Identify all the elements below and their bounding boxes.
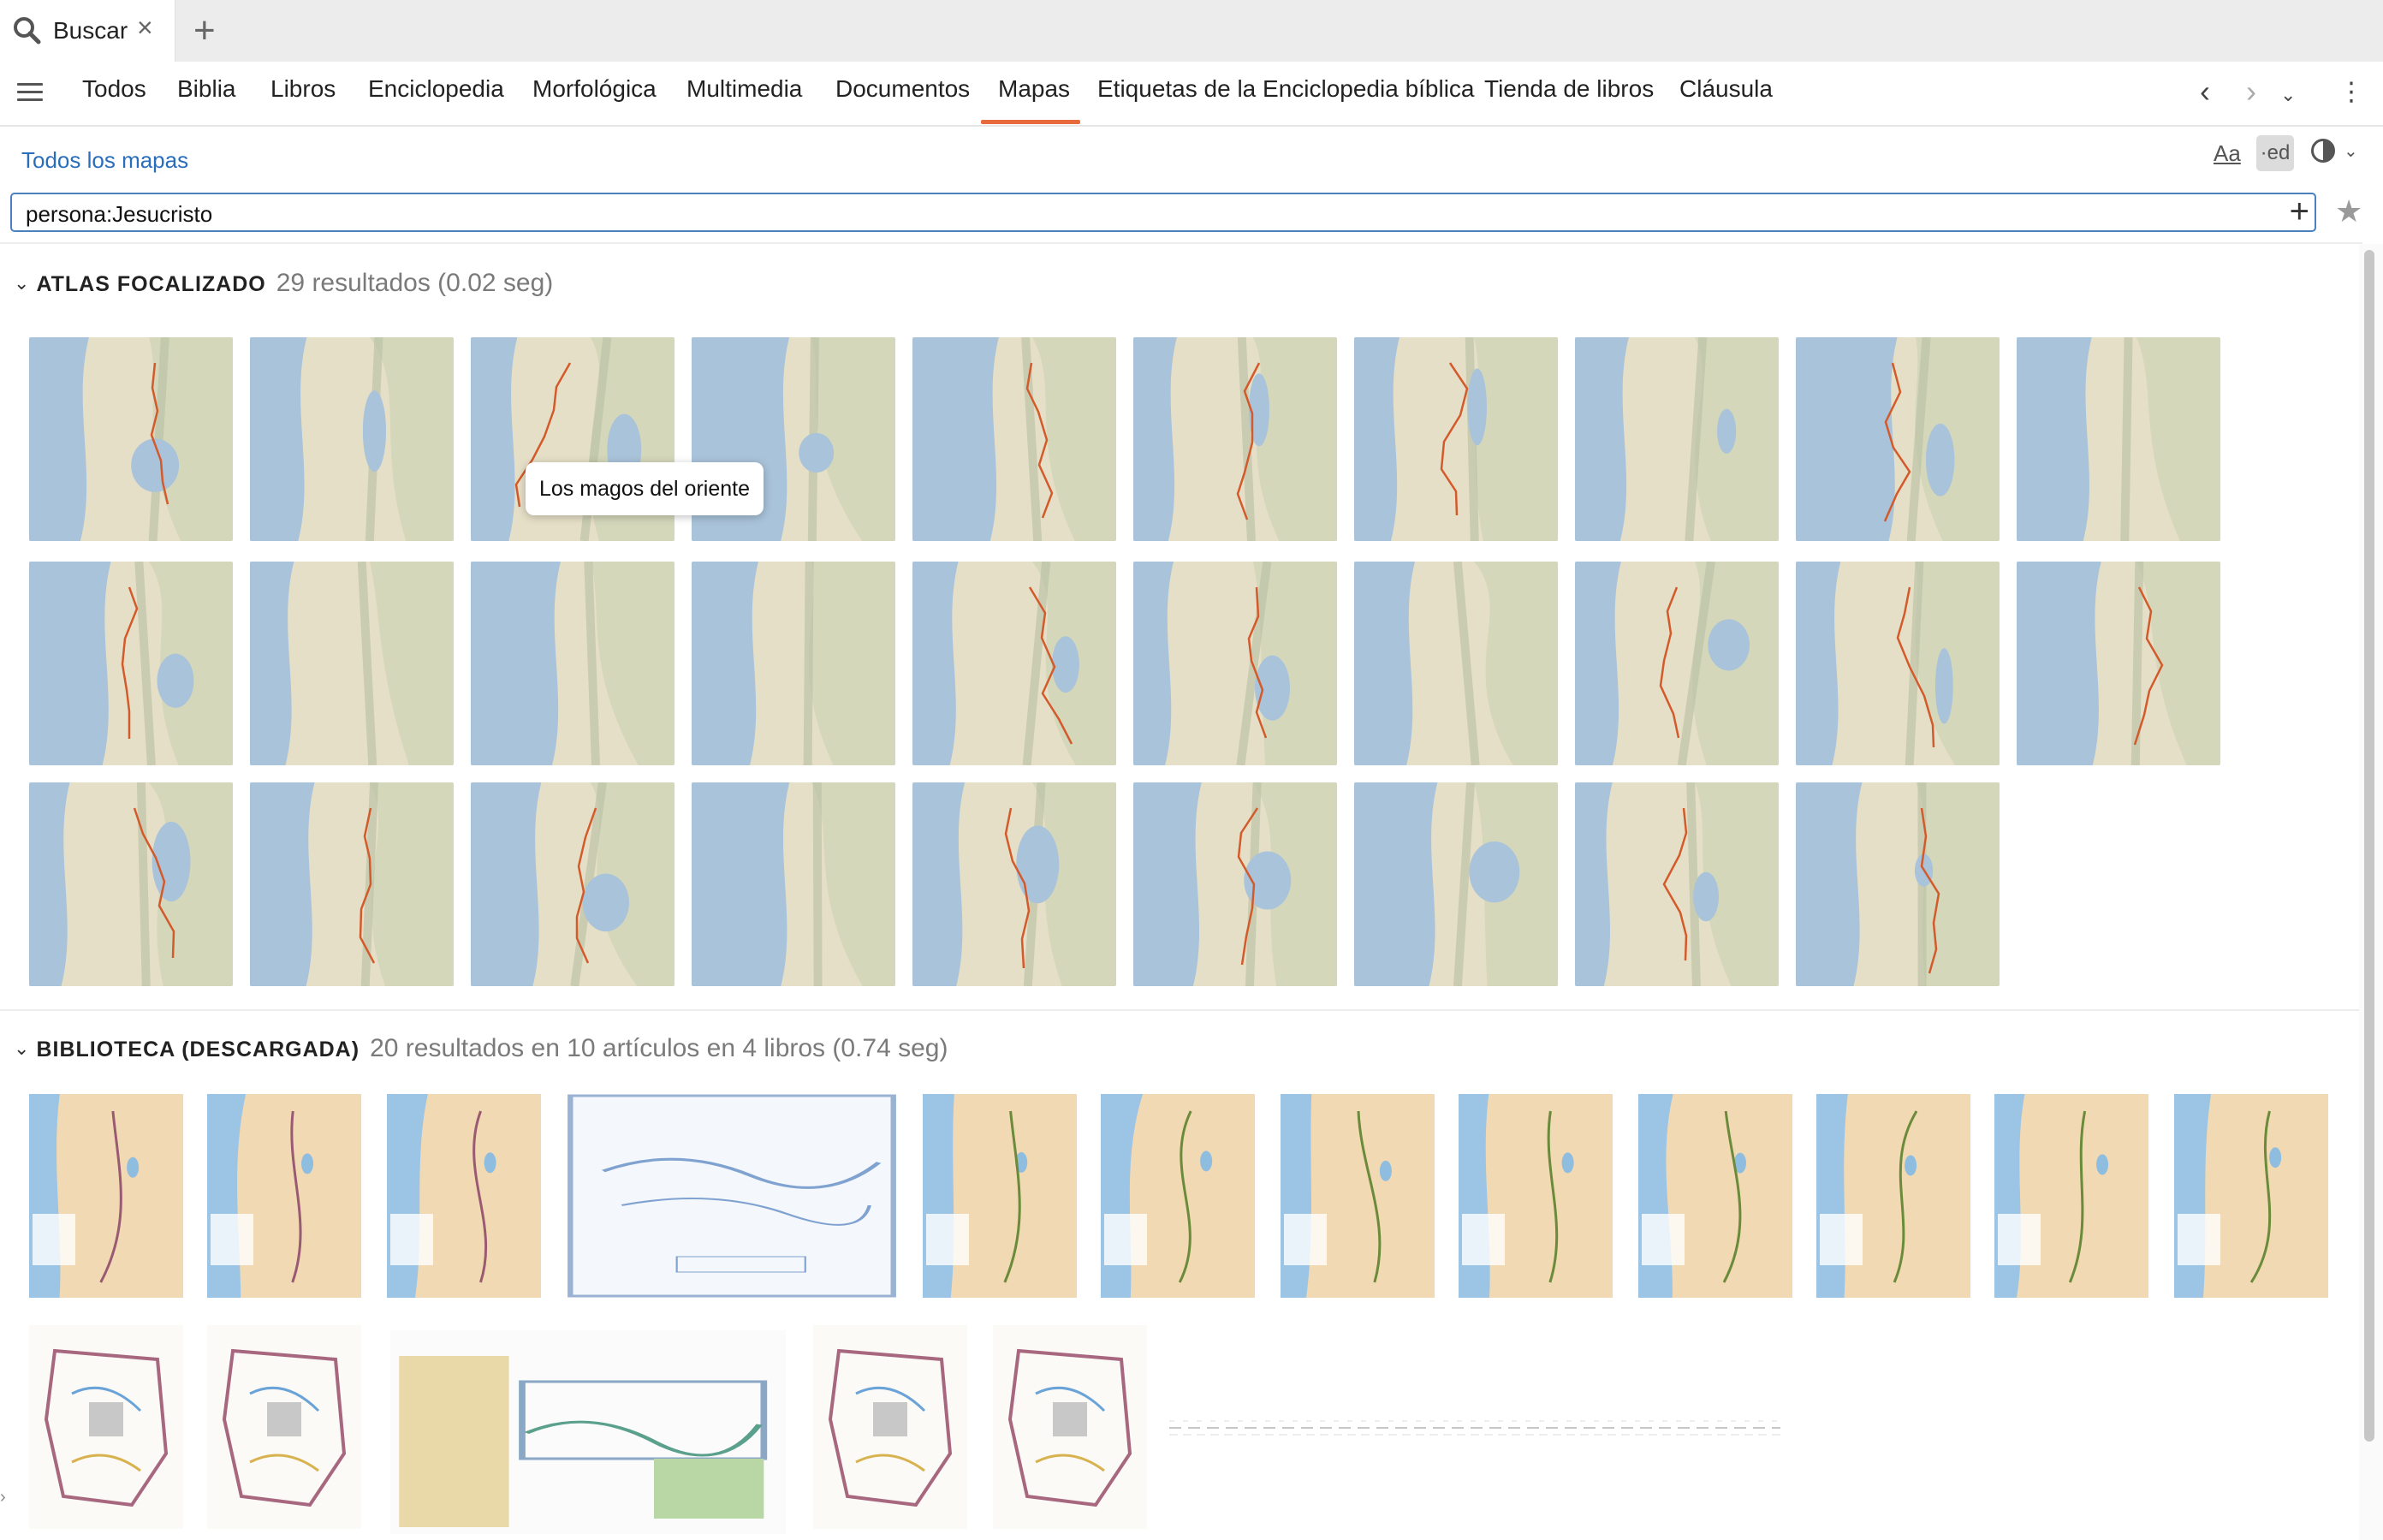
library-section-header[interactable]: ⌄ BIBLIOTECA (DESCARGADA) 20 resultados en… <box>14 1034 948 1063</box>
library-map-thumbnail[interactable] <box>29 1325 183 1529</box>
history-dropdown-icon[interactable]: ⌄ <box>2280 84 2296 106</box>
category-bar: Todos Biblia Libros Enciclopedia Morfoló… <box>0 62 2383 127</box>
category-mapas[interactable]: Mapas <box>998 75 1070 103</box>
library-map-thumbnail[interactable] <box>923 1094 1077 1298</box>
category-enciclopedia[interactable]: Enciclopedia <box>368 75 504 103</box>
map-thumbnail[interactable] <box>471 782 674 986</box>
map-thumbnail[interactable] <box>692 562 895 765</box>
category-biblia[interactable]: Biblia <box>177 75 235 103</box>
thumbnail-tooltip: Los magos del oriente <box>526 462 764 515</box>
active-tab-underline <box>981 120 1080 124</box>
tab-label: Buscar <box>53 17 128 44</box>
add-term-plus-icon[interactable]: + <box>2290 193 2309 230</box>
library-map-thumbnail[interactable] <box>2174 1094 2328 1298</box>
map-thumbnail[interactable] <box>250 562 454 765</box>
map-thumbnail[interactable] <box>2017 337 2220 541</box>
search-input-value: persona:Jesucristo <box>26 201 213 227</box>
category-multimedia[interactable]: Multimedia <box>686 75 802 103</box>
theme-dropdown-icon[interactable]: ⌄ <box>2344 140 2358 162</box>
map-thumbnail[interactable] <box>1796 337 2000 541</box>
library-map-thumbnail[interactable] <box>993 1325 1147 1529</box>
map-thumbnail[interactable] <box>912 782 1116 986</box>
divider <box>0 1009 2362 1011</box>
map-thumbnail[interactable] <box>1354 782 1558 986</box>
map-thumbnail[interactable] <box>692 782 895 986</box>
close-icon[interactable]: × <box>137 12 153 44</box>
map-thumbnail[interactable] <box>1133 562 1337 765</box>
map-thumbnail[interactable] <box>250 782 454 986</box>
all-maps-link[interactable]: Todos los mapas <box>21 147 188 174</box>
library-chart-thumbnail[interactable] <box>1169 1411 1780 1445</box>
category-tienda-de-libros[interactable]: Tienda de libros <box>1484 75 1654 103</box>
map-thumbnail[interactable] <box>29 782 233 986</box>
library-section-title: BIBLIOTECA (DESCARGADA) <box>36 1038 360 1061</box>
hamburger-menu-icon[interactable] <box>17 79 43 104</box>
map-thumbnail[interactable] <box>250 337 454 541</box>
library-map-thumbnail[interactable] <box>1459 1094 1613 1298</box>
library-map-thumbnail[interactable] <box>1101 1094 1255 1298</box>
library-map-thumbnail[interactable] <box>1994 1094 2148 1298</box>
category-libros[interactable]: Libros <box>270 75 336 103</box>
library-map-thumbnail[interactable] <box>207 1325 361 1529</box>
map-thumbnail[interactable] <box>1354 562 1558 765</box>
map-thumbnail[interactable] <box>1575 337 1779 541</box>
map-thumbnail[interactable] <box>29 337 233 541</box>
new-tab-plus-icon[interactable]: + <box>193 10 216 51</box>
library-map-thumbnail[interactable] <box>567 1094 897 1298</box>
theme-contrast-icon[interactable] <box>2311 139 2335 163</box>
back-chevron-icon[interactable]: ‹ <box>2200 74 2210 110</box>
category-morfologica[interactable]: Morfológica <box>532 75 657 103</box>
map-thumbnail[interactable] <box>2017 562 2220 765</box>
tab-buscar[interactable]: Buscar × <box>0 0 175 63</box>
library-map-thumbnail[interactable] <box>813 1325 967 1529</box>
library-map-thumbnail[interactable] <box>387 1094 541 1298</box>
map-thumbnail[interactable] <box>29 562 233 765</box>
map-thumbnail[interactable] <box>1133 337 1337 541</box>
atlas-section-header[interactable]: ⌄ ATLAS FOCALIZADO 29 resultados (0.02 seg… <box>14 269 553 298</box>
map-thumbnail[interactable] <box>1796 562 2000 765</box>
map-thumbnail[interactable] <box>912 562 1116 765</box>
map-thumbnail[interactable] <box>471 562 674 765</box>
search-icon <box>14 17 41 45</box>
library-map-thumbnail[interactable] <box>207 1094 361 1298</box>
category-clausula[interactable]: Cláusula <box>1679 75 1773 103</box>
scrollbar-thumb[interactable] <box>2364 250 2374 1442</box>
atlas-section-title: ATLAS FOCALIZADO <box>36 272 266 296</box>
library-map-thumbnail[interactable] <box>1638 1094 1792 1298</box>
library-result-count: 20 resultados en 10 artículos en 4 libro… <box>370 1034 948 1062</box>
tab-strip: Buscar × + <box>0 0 2383 63</box>
library-map-thumbnail[interactable] <box>29 1094 183 1298</box>
more-options-icon[interactable]: ⋮ <box>2338 77 2364 107</box>
map-thumbnail[interactable] <box>912 337 1116 541</box>
map-thumbnail[interactable] <box>1575 782 1779 986</box>
collapse-chevron-icon[interactable]: ⌄ <box>14 272 29 294</box>
edition-toggle-button[interactable]: ·ed <box>2256 135 2294 171</box>
category-todos[interactable]: Todos <box>82 75 146 103</box>
map-thumbnail[interactable] <box>1354 337 1558 541</box>
library-map-thumbnail[interactable] <box>1816 1094 1970 1298</box>
category-documentos[interactable]: Documentos <box>835 75 970 103</box>
map-thumbnail[interactable] <box>1575 562 1779 765</box>
forward-chevron-icon[interactable]: › <box>2246 74 2256 110</box>
collapse-chevron-icon[interactable]: ⌄ <box>14 1038 29 1060</box>
search-input[interactable]: persona:Jesucristo + <box>10 193 2316 232</box>
library-map-thumbnail[interactable] <box>1281 1094 1435 1298</box>
category-etiquetas-enciclopedia[interactable]: Etiquetas de la Enciclopedia bíblica <box>1097 75 1475 103</box>
atlas-result-count: 29 resultados (0.02 seg) <box>276 269 554 297</box>
favorite-star-icon[interactable]: ★ <box>2335 193 2362 229</box>
font-size-button[interactable]: Aa <box>2214 140 2241 167</box>
map-thumbnail[interactable] <box>1133 782 1337 986</box>
map-thumbnail[interactable] <box>1796 782 2000 986</box>
divider <box>0 242 2362 244</box>
side-panel-handle-icon[interactable]: › <box>0 1488 6 1507</box>
library-map-thumbnail[interactable] <box>390 1330 786 1534</box>
